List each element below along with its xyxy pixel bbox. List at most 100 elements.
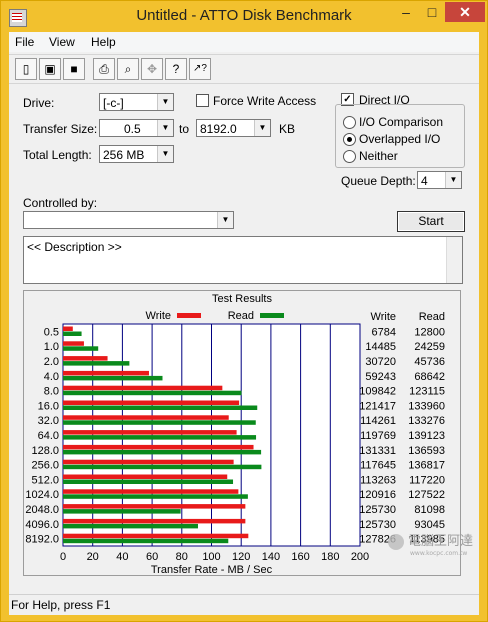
write-value: 113263 — [360, 474, 396, 486]
total-length-label: Total Length: — [23, 148, 92, 162]
overlapped-io-radio[interactable] — [343, 133, 356, 146]
x-tick-label: 200 — [351, 551, 369, 563]
y-tick-label: 1024.0 — [25, 489, 59, 501]
help-icon[interactable]: ? — [165, 58, 187, 80]
menu-view[interactable]: View — [49, 35, 75, 49]
svg-text:www.kocpc.com.tw: www.kocpc.com.tw — [410, 550, 467, 557]
print-preview-icon[interactable]: ⌕ — [117, 58, 139, 80]
x-tick-label: 180 — [321, 551, 339, 563]
minimize-button[interactable]: – — [393, 2, 419, 22]
save-icon[interactable]: ■ — [63, 58, 85, 80]
read-value: 68642 — [414, 371, 445, 383]
neither-radio[interactable] — [343, 150, 356, 163]
transfer-size-from-value: 0.5 — [124, 122, 141, 136]
queue-depth-select[interactable]: 4 ▼ — [417, 171, 462, 189]
write-value: 121417 — [359, 400, 396, 412]
neither-label[interactable]: Neither — [359, 149, 398, 163]
total-length-value: 256 MB — [103, 148, 145, 162]
read-bar — [63, 538, 229, 544]
write-value: 120916 — [359, 489, 396, 501]
transfer-size-from-select[interactable]: 0.5 ▼ — [99, 119, 174, 137]
y-tick-label: 128.0 — [31, 445, 59, 457]
write-bar — [63, 474, 228, 479]
title-bar[interactable]: Untitled - ATTO Disk Benchmark – □ ✕ — [1, 1, 487, 32]
svg-text:電腦王阿達: 電腦王阿達 — [408, 534, 473, 549]
write-value: 117645 — [360, 460, 396, 472]
y-tick-label: 4.0 — [44, 371, 59, 383]
controlled-by-label: Controlled by: — [23, 196, 98, 210]
write-value: 125730 — [359, 504, 396, 516]
force-write-label[interactable]: Force Write Access — [213, 94, 316, 108]
read-bar — [63, 331, 82, 336]
read-value: 136817 — [408, 460, 445, 472]
table-header-read: Read — [419, 311, 445, 323]
queue-depth-label: Queue Depth: — [341, 174, 416, 188]
write-value: 131331 — [359, 445, 396, 457]
transfer-size-to-select[interactable]: 8192.0 ▼ — [196, 119, 271, 137]
read-bar — [63, 523, 198, 529]
move-icon[interactable]: ✥ — [141, 58, 163, 80]
to-label: to — [179, 122, 190, 136]
client-area: File View Help ▯ ▣ ■ ⎙ ⌕ ✥ ? ↗? Drive: [… — [9, 32, 479, 615]
write-value: 119769 — [360, 430, 396, 442]
write-bar — [63, 341, 84, 346]
read-value: 93045 — [414, 519, 445, 531]
total-length-select[interactable]: 256 MB ▼ — [99, 145, 174, 163]
queue-depth-value: 4 — [421, 174, 428, 188]
drive-label: Drive: — [23, 96, 55, 110]
y-tick-label: 16.0 — [38, 400, 59, 412]
description-scrollbar[interactable] — [446, 237, 462, 283]
menu-help[interactable]: Help — [91, 35, 116, 49]
legend-read-label: Read — [228, 310, 254, 322]
chevron-down-icon[interactable]: ▼ — [157, 94, 173, 110]
x-tick-label: 60 — [146, 551, 158, 563]
y-tick-label: 8.0 — [44, 386, 59, 398]
legend-write-label: Write — [146, 310, 171, 322]
chevron-down-icon[interactable]: ▼ — [445, 172, 461, 188]
maximize-button[interactable]: □ — [419, 2, 445, 22]
y-tick-label: 2048.0 — [25, 504, 59, 516]
chevron-down-icon[interactable]: ▼ — [217, 212, 233, 228]
chevron-down-icon[interactable]: ▼ — [157, 146, 173, 162]
io-comparison-label[interactable]: I/O Comparison — [359, 115, 443, 129]
write-bar — [63, 459, 234, 465]
y-tick-label: 8192.0 — [25, 534, 59, 546]
io-comparison-radio[interactable] — [343, 116, 356, 129]
x-axis-label: Transfer Rate - MB / Sec — [151, 564, 273, 576]
controlled-by-select[interactable]: ▼ — [23, 211, 234, 229]
menu-file[interactable]: File — [15, 35, 34, 49]
read-bar — [63, 420, 256, 425]
description-box[interactable]: << Description >> — [23, 236, 463, 284]
read-bar — [63, 479, 234, 484]
read-value: 123115 — [409, 386, 445, 398]
overlapped-io-label[interactable]: Overlapped I/O — [359, 132, 440, 146]
write-bar — [63, 370, 149, 376]
write-bar — [63, 430, 237, 435]
print-icon[interactable]: ⎙ — [93, 58, 115, 80]
read-bar — [63, 375, 163, 381]
write-bar — [63, 489, 239, 494]
chevron-down-icon[interactable]: ▼ — [254, 120, 270, 136]
read-value: 127522 — [408, 489, 445, 501]
read-bar — [63, 509, 181, 514]
drive-select[interactable]: [-c-] ▼ — [99, 93, 174, 111]
force-write-checkbox[interactable] — [196, 94, 209, 107]
chevron-down-icon[interactable]: ▼ — [157, 120, 173, 136]
read-bar — [63, 405, 258, 410]
context-help-icon[interactable]: ↗? — [189, 58, 211, 80]
read-value: 133276 — [408, 415, 445, 427]
read-value: 117220 — [409, 474, 445, 486]
start-button[interactable]: Start — [397, 211, 465, 232]
read-bar — [63, 494, 248, 499]
write-bar — [63, 385, 223, 391]
table-header-write: Write — [371, 311, 396, 323]
y-tick-label: 64.0 — [38, 430, 59, 442]
read-bar — [63, 449, 262, 455]
new-file-icon[interactable]: ▯ — [15, 58, 37, 80]
open-folder-icon[interactable]: ▣ — [39, 58, 61, 80]
read-bar — [63, 346, 99, 351]
x-tick-label: 120 — [232, 551, 250, 563]
close-button[interactable]: ✕ — [445, 2, 485, 22]
x-tick-label: 40 — [116, 551, 128, 563]
read-value: 136593 — [408, 445, 445, 457]
